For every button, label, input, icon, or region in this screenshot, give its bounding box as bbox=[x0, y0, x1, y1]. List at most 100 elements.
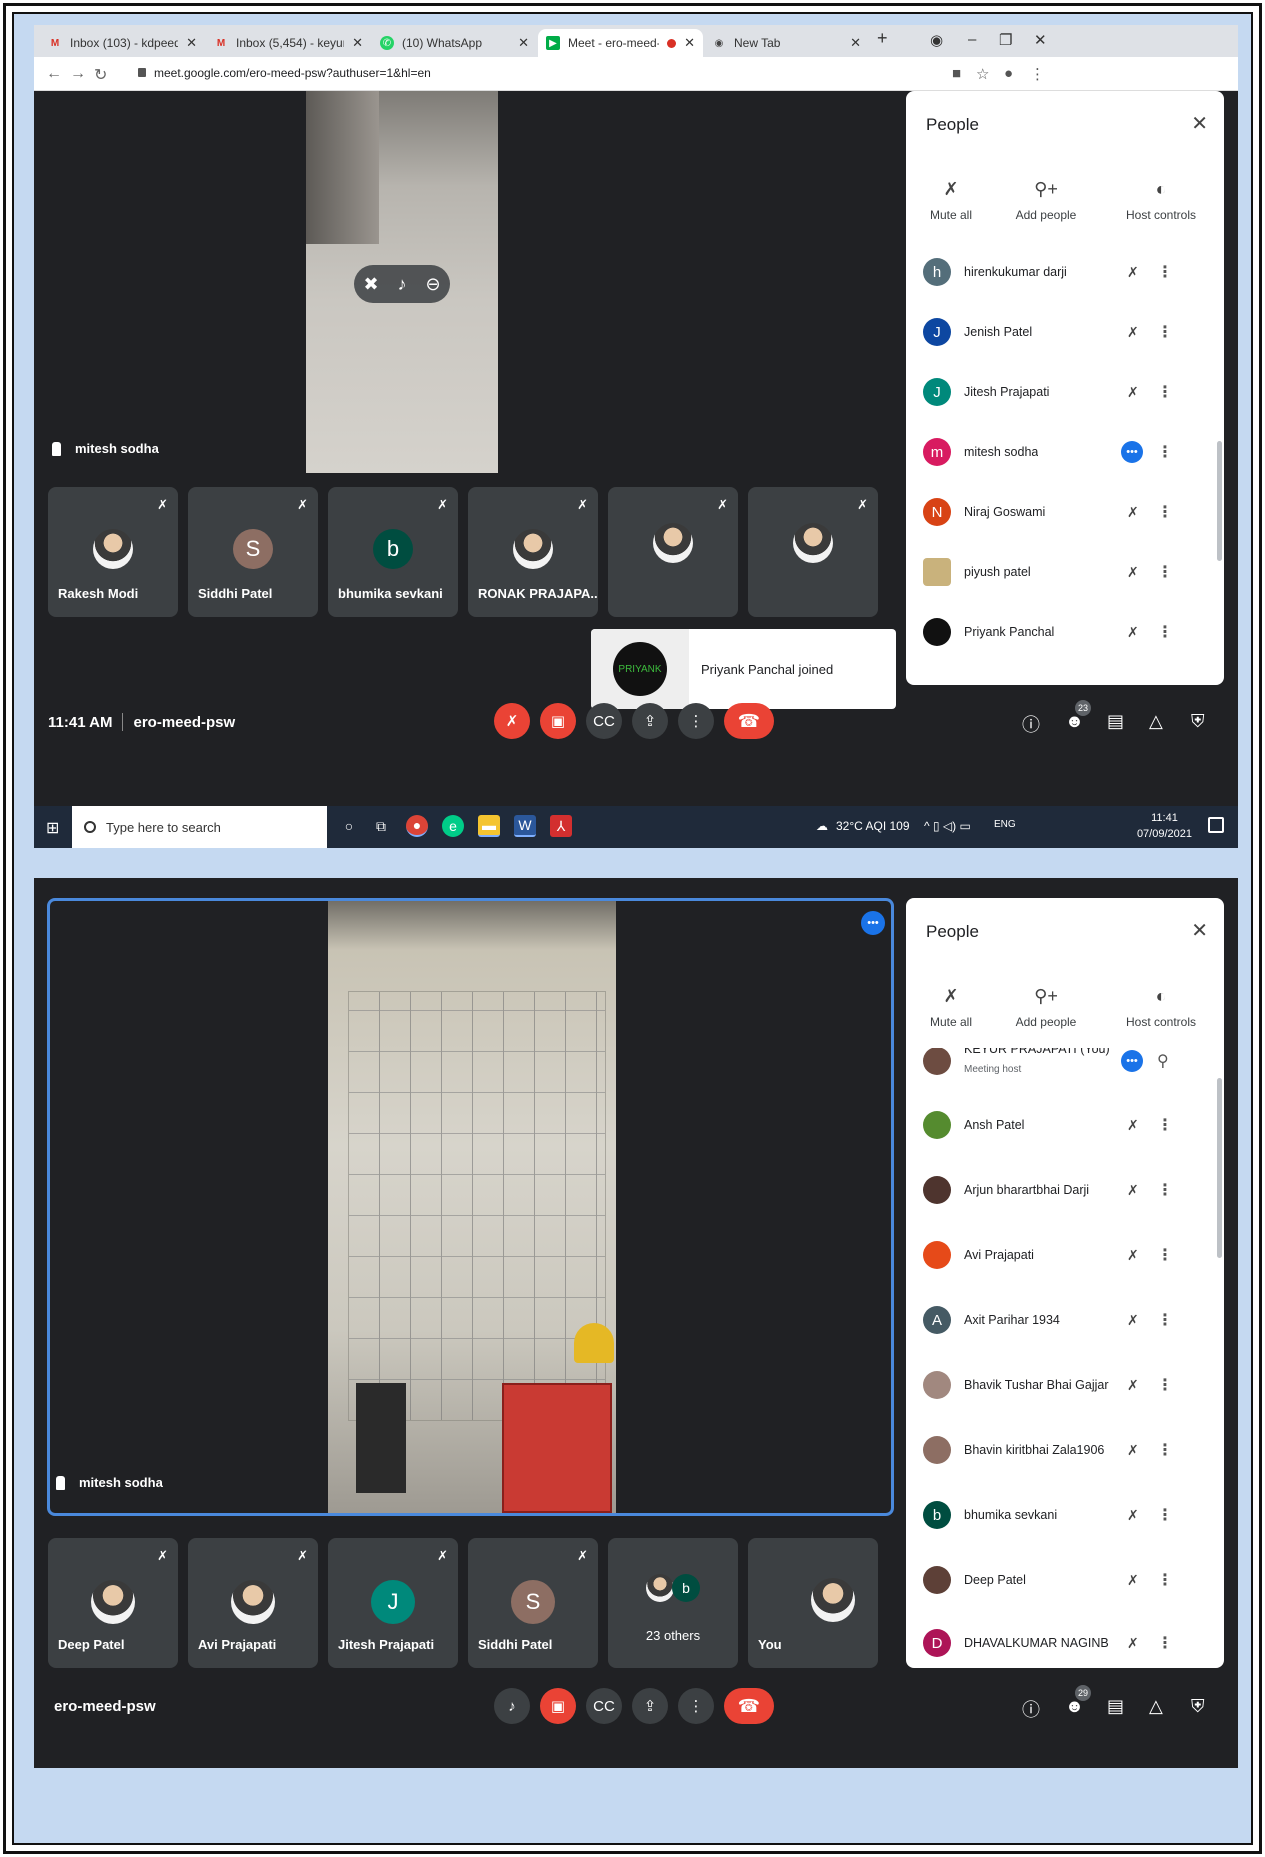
file-explorer-icon[interactable]: ▬ bbox=[478, 815, 500, 837]
more-options-icon[interactable]: ⋮ bbox=[1157, 382, 1173, 402]
host-controls-icon[interactable]: ⛨ bbox=[1191, 711, 1205, 732]
captions-button[interactable]: CC bbox=[586, 703, 622, 739]
unpin-icon[interactable]: ✖ bbox=[363, 274, 378, 295]
activities-icon[interactable]: △ bbox=[1149, 711, 1163, 732]
list-item[interactable]: piyush patel ✗ ⋮ bbox=[906, 543, 1224, 601]
more-options-icon[interactable]: ⋮ bbox=[1157, 1440, 1173, 1460]
list-item[interactable]: Bhavin kiritbhai Zala1906 ✗ ⋮ bbox=[906, 1421, 1224, 1479]
self-tile[interactable]: You bbox=[748, 1538, 878, 1668]
participant-tile[interactable]: ✗ S Siddhi Patel bbox=[468, 1538, 598, 1668]
tray-icons[interactable]: ^ ▯ ◁) ▭ bbox=[924, 819, 971, 833]
close-tab-icon[interactable]: ✕ bbox=[186, 35, 197, 51]
others-tile[interactable]: b 23 others bbox=[608, 1538, 738, 1668]
pin-icon[interactable]: ⚲ bbox=[1157, 1051, 1169, 1071]
list-item[interactable]: Deep Patel ✗ ⋮ bbox=[906, 1551, 1224, 1609]
more-options-icon[interactable]: ⋮ bbox=[1157, 1115, 1173, 1135]
info-icon[interactable]: ⓘ bbox=[1022, 1696, 1040, 1722]
word-icon[interactable]: W bbox=[514, 815, 536, 837]
menu-dots-icon[interactable]: ⋮ bbox=[1030, 65, 1045, 83]
cortana-icon[interactable]: ○ bbox=[338, 815, 360, 837]
more-options-icon[interactable]: ⋮ bbox=[1157, 502, 1173, 522]
url-field[interactable]: meet.google.com/ero-meed-psw?authuser=1&… bbox=[138, 66, 431, 80]
present-button[interactable]: ⇪ bbox=[632, 703, 668, 739]
more-options-button[interactable]: ⋮ bbox=[678, 703, 714, 739]
task-view-icon[interactable]: ⧉ bbox=[370, 815, 392, 837]
leave-call-button[interactable]: ☎ bbox=[724, 1688, 774, 1724]
list-item[interactable]: A Axit Parihar 1934 ✗ ⋮ bbox=[906, 1291, 1224, 1349]
activities-icon[interactable]: △ bbox=[1149, 1696, 1163, 1717]
new-tab-button[interactable]: + bbox=[877, 28, 888, 49]
list-item[interactable]: D DHAVALKUMAR NAGINB... ✗ ⋮ bbox=[906, 1614, 1224, 1668]
media-control-icon[interactable]: ◉ bbox=[930, 31, 943, 49]
camera-toggle-button[interactable]: ▣ bbox=[540, 1688, 576, 1724]
more-options-icon[interactable]: ⋮ bbox=[1157, 562, 1173, 582]
list-item[interactable]: Ansh Patel ✗ ⋮ bbox=[906, 1096, 1224, 1154]
list-item[interactable]: h hirenkukumar darji ✗ ⋮ bbox=[906, 243, 1224, 301]
tab-whatsapp[interactable]: ✆ (10) WhatsApp ✕ bbox=[372, 29, 537, 57]
edge-icon[interactable]: e bbox=[442, 815, 464, 837]
more-options-icon[interactable]: ⋮ bbox=[1157, 322, 1173, 342]
chrome-taskbar-icon[interactable]: ● bbox=[406, 815, 428, 837]
mute-all-button[interactable]: ✗ Mute all bbox=[926, 986, 976, 1029]
reload-icon[interactable]: ↻ bbox=[94, 65, 107, 85]
participant-tile[interactable]: ✗ S Siddhi Patel bbox=[188, 487, 318, 617]
participant-tile[interactable]: ✗ b bhumika sevkani bbox=[328, 487, 458, 617]
restore-icon[interactable]: ❐ bbox=[999, 31, 1012, 49]
mic-icon[interactable]: ♪ bbox=[398, 274, 407, 295]
minimize-icon[interactable]: – bbox=[968, 31, 976, 48]
close-window-icon[interactable]: ✕ bbox=[1034, 31, 1047, 49]
participant-tile[interactable]: ✗ Avi Prajapati bbox=[188, 1538, 318, 1668]
leave-call-button[interactable]: ☎ bbox=[724, 703, 774, 739]
forward-icon[interactable]: → bbox=[70, 65, 86, 83]
taskbar-search[interactable]: Type here to search bbox=[72, 806, 327, 848]
scrollbar[interactable] bbox=[1217, 1078, 1222, 1258]
more-options-icon[interactable]: ⋮ bbox=[1157, 1180, 1173, 1200]
list-item[interactable]: KEYUR PRAJAPATI (You) Meeting host ••• ⚲ bbox=[906, 1048, 1224, 1090]
list-item[interactable]: m mitesh sodha ••• ⋮ bbox=[906, 423, 1224, 481]
camera-toggle-button[interactable]: ▣ bbox=[540, 703, 576, 739]
taskbar-clock[interactable]: 11:41 07/09/2021 bbox=[1137, 810, 1192, 842]
participant-tile[interactable]: ✗ RONAK PRAJAPA... bbox=[468, 487, 598, 617]
tab-new-tab[interactable]: ◉ New Tab ✕ bbox=[704, 29, 869, 57]
list-item[interactable]: J Jitesh Prajapati ✗ ⋮ bbox=[906, 363, 1224, 421]
weather-text[interactable]: 32°C AQI 109 bbox=[836, 819, 910, 833]
more-options-icon[interactable]: ⋮ bbox=[1157, 442, 1173, 462]
captions-button[interactable]: CC bbox=[586, 1688, 622, 1724]
more-options-icon[interactable]: ⋮ bbox=[1157, 1375, 1173, 1395]
close-panel-icon[interactable]: ✕ bbox=[1191, 111, 1208, 136]
list-item[interactable]: Arjun bharartbhai Darji ✗ ⋮ bbox=[906, 1161, 1224, 1219]
language-indicator[interactable]: ENG bbox=[994, 819, 1016, 830]
participant-tile[interactable]: ✗ J Jitesh Prajapati bbox=[328, 1538, 458, 1668]
bookmark-star-icon[interactable]: ☆ bbox=[976, 65, 989, 83]
more-options-icon[interactable]: ⋮ bbox=[1157, 1633, 1173, 1653]
acrobat-icon[interactable]: ⅄ bbox=[550, 815, 572, 837]
present-button[interactable]: ⇪ bbox=[632, 1688, 668, 1724]
more-options-icon[interactable]: ⋮ bbox=[1157, 622, 1173, 642]
close-panel-icon[interactable]: ✕ bbox=[1191, 918, 1208, 943]
host-controls-button[interactable]: ◐ Host controls bbox=[1116, 179, 1206, 222]
tab-gmail-2[interactable]: M Inbox (5,454) - keyur.ee2009 ✕ bbox=[206, 29, 371, 57]
host-controls-button[interactable]: ◐ Host controls bbox=[1116, 986, 1206, 1029]
list-item[interactable]: b bhumika sevkani ✗ ⋮ bbox=[906, 1486, 1224, 1544]
more-options-icon[interactable]: ⋮ bbox=[1157, 1310, 1173, 1330]
tab-meet[interactable]: ▶ Meet - ero-meed-psw ✕ bbox=[538, 29, 703, 57]
more-options-icon[interactable]: ⋮ bbox=[1157, 1245, 1173, 1265]
list-item[interactable]: J Jenish Patel ✗ ⋮ bbox=[906, 303, 1224, 361]
list-item[interactable]: N Niraj Goswami ✗ ⋮ bbox=[906, 483, 1224, 541]
profile-icon[interactable]: ● bbox=[1004, 65, 1013, 82]
more-options-button[interactable]: ⋮ bbox=[678, 1688, 714, 1724]
close-tab-icon[interactable]: ✕ bbox=[684, 35, 695, 51]
participant-tile[interactable]: ✗ bbox=[748, 487, 878, 617]
remove-icon[interactable]: ⊖ bbox=[425, 274, 440, 295]
host-controls-icon[interactable]: ⛨ bbox=[1191, 1696, 1205, 1717]
add-people-button[interactable]: ⚲+ Add people bbox=[1006, 179, 1086, 222]
camera-icon[interactable]: ■ bbox=[952, 65, 961, 82]
chat-icon[interactable]: ▤ bbox=[1107, 711, 1124, 732]
participant-tile[interactable]: ✗ Deep Patel bbox=[48, 1538, 178, 1668]
list-item[interactable]: Priyank Panchal ✗ ⋮ bbox=[906, 603, 1224, 661]
participant-tile[interactable]: ✗ bbox=[608, 487, 738, 617]
notification-icon[interactable] bbox=[1208, 817, 1224, 833]
mute-all-button[interactable]: ✗ Mute all bbox=[926, 179, 976, 222]
add-people-button[interactable]: ⚲+ Add people bbox=[1006, 986, 1086, 1029]
mic-toggle-button[interactable]: ♪ bbox=[494, 1688, 530, 1724]
